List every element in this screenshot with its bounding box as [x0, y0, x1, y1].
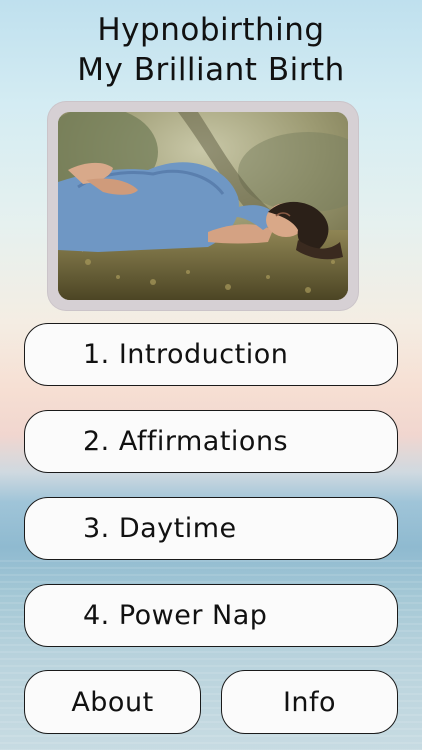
- power-nap-button-label: 4. Power Nap: [83, 600, 268, 631]
- about-button-label: About: [71, 686, 154, 718]
- app-title-line2: My Brilliant Birth: [77, 52, 345, 88]
- info-button[interactable]: Info: [221, 670, 398, 734]
- daytime-button-label: 3. Daytime: [83, 513, 237, 544]
- hero-photo-frame: [48, 102, 358, 310]
- hero-photo: [58, 112, 348, 300]
- info-button-label: Info: [282, 686, 337, 718]
- introduction-button[interactable]: 1. Introduction: [24, 323, 398, 386]
- about-button[interactable]: About: [24, 670, 201, 734]
- app-title: Hypnobirthing My Brilliant Birth: [0, 10, 422, 90]
- power-nap-button[interactable]: 4. Power Nap: [24, 584, 398, 647]
- introduction-button-label: 1. Introduction: [83, 339, 289, 370]
- affirmations-button[interactable]: 2. Affirmations: [24, 410, 398, 473]
- daytime-button[interactable]: 3. Daytime: [24, 497, 398, 560]
- affirmations-button-label: 2. Affirmations: [83, 426, 289, 457]
- pregnant-woman-photo-icon: [58, 112, 348, 300]
- app-title-line1: Hypnobirthing: [97, 12, 325, 48]
